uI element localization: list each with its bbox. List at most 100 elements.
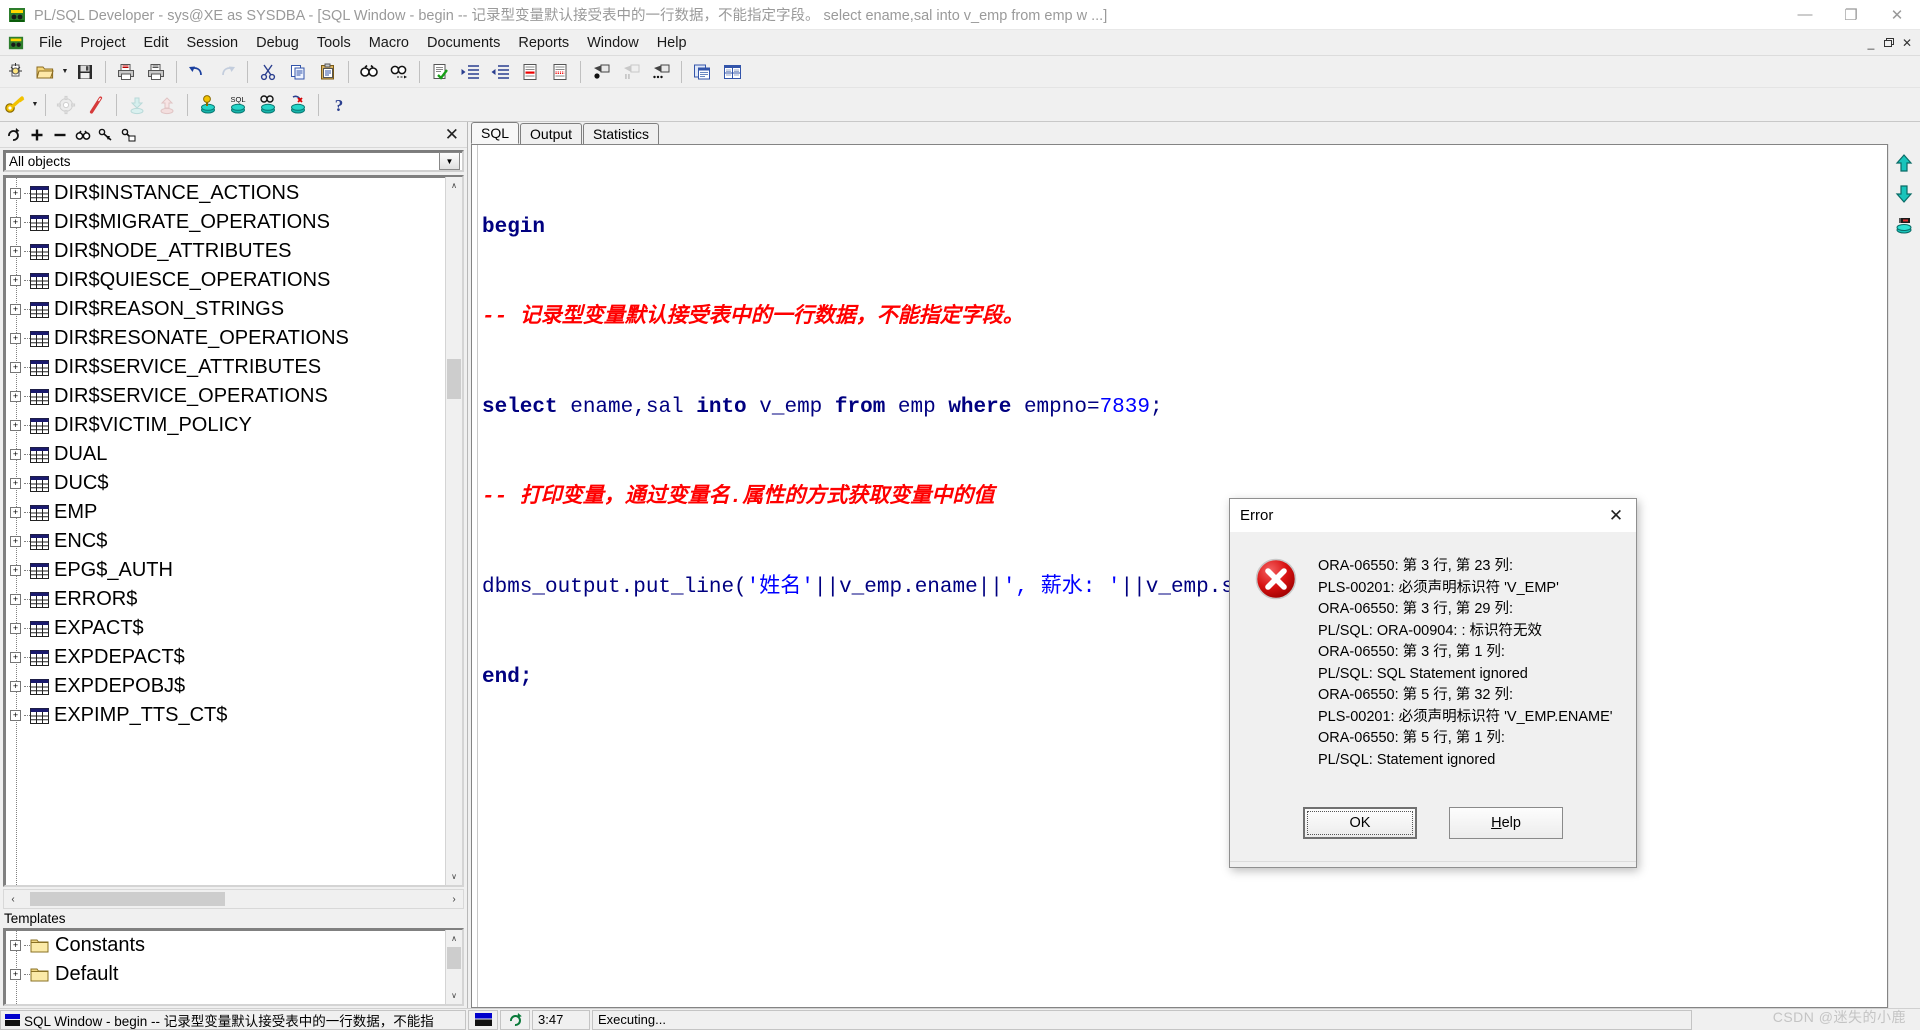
object-filter-dropdown[interactable]: All objects ▼ <box>3 150 464 172</box>
window-maximize-button[interactable]: ❐ <box>1828 0 1874 30</box>
copy-icon[interactable] <box>284 59 312 85</box>
remove-icon[interactable] <box>49 125 70 145</box>
tree-node[interactable]: + DIR$INSTANCE_ACTIONS <box>5 179 445 208</box>
uncomment-icon[interactable] <box>546 59 574 85</box>
tree-node[interactable]: + EPG$_AUTH <box>5 556 445 585</box>
menu-item-window[interactable]: Window <box>578 32 648 54</box>
expand-icon[interactable]: + <box>10 652 21 663</box>
tree-node[interactable]: + ERROR$ <box>5 585 445 614</box>
sql-window-icon[interactable]: SQL <box>224 92 252 118</box>
tree-node[interactable]: + DIR$NODE_ATTRIBUTES <box>5 237 445 266</box>
tree-node[interactable]: + EXPACT$ <box>5 614 445 643</box>
scroll-thumb[interactable] <box>30 892 225 906</box>
help-button[interactable]: Help <box>1449 807 1563 839</box>
tree-node[interactable]: + EXPDEPACT$ <box>5 643 445 672</box>
execute-all-icon[interactable] <box>647 59 675 85</box>
tree-node[interactable]: + DIR$SERVICE_OPERATIONS <box>5 382 445 411</box>
expand-icon[interactable]: + <box>10 304 21 315</box>
refresh-status-icon[interactable] <box>500 1009 530 1030</box>
tab-statistics[interactable]: Statistics <box>583 123 660 144</box>
expand-icon[interactable]: + <box>10 420 21 431</box>
new-icon[interactable] <box>1 59 29 85</box>
expand-icon[interactable]: + <box>10 594 21 605</box>
scroll-track[interactable] <box>446 194 462 868</box>
print-preview-icon[interactable] <box>142 59 170 85</box>
expand-icon[interactable]: + <box>10 940 21 951</box>
tile-windows-icon[interactable] <box>718 59 746 85</box>
find-objects-icon[interactable] <box>72 125 93 145</box>
expand-icon[interactable]: + <box>10 362 21 373</box>
break-icon[interactable] <box>617 59 645 85</box>
expand-icon[interactable]: + <box>10 333 21 344</box>
filter-icon[interactable] <box>95 125 116 145</box>
scroll-thumb[interactable] <box>447 947 461 969</box>
templates-tree[interactable]: + Constants + Default ∧ ∨ <box>3 928 464 1006</box>
expand-icon[interactable]: + <box>10 478 21 489</box>
expand-icon[interactable]: + <box>10 681 21 692</box>
scroll-track[interactable] <box>22 891 445 907</box>
object-tree-vertical-scrollbar[interactable]: ∧ ∨ <box>445 177 462 885</box>
expand-icon[interactable]: + <box>10 391 21 402</box>
export-icon[interactable] <box>153 92 181 118</box>
scroll-track[interactable] <box>446 947 462 987</box>
tree-node[interactable]: + DIR$REASON_STRINGS <box>5 295 445 324</box>
tab-output[interactable]: Output <box>520 123 583 144</box>
expand-icon[interactable]: + <box>10 449 21 460</box>
check-syntax-icon[interactable] <box>426 59 454 85</box>
find-icon[interactable] <box>355 59 383 85</box>
explain-plan-icon[interactable] <box>254 92 282 118</box>
folder-filter-icon[interactable] <box>118 125 139 145</box>
expand-icon[interactable]: + <box>10 246 21 257</box>
scroll-down-button[interactable]: ∨ <box>446 987 462 1004</box>
session-key-icon[interactable] <box>1 92 29 118</box>
db-session-icon[interactable] <box>1891 212 1917 238</box>
status-window-item[interactable]: SQL Window - begin -- 记录型变量默认接受表中的一行数据，不… <box>0 1009 466 1030</box>
undo-icon[interactable] <box>183 59 211 85</box>
window-close-button[interactable]: ✕ <box>1874 0 1920 30</box>
object-tree-horizontal-scrollbar[interactable]: ‹ › <box>3 889 464 909</box>
tree-node[interactable]: + EXPDEPOBJ$ <box>5 672 445 701</box>
menu-item-debug[interactable]: Debug <box>247 32 308 54</box>
template-node[interactable]: + Default <box>5 960 445 989</box>
tab-sql[interactable]: SQL <box>471 122 520 144</box>
expand-icon[interactable]: + <box>10 565 21 576</box>
menu-item-macro[interactable]: Macro <box>360 32 418 54</box>
expand-icon[interactable]: + <box>10 507 21 518</box>
cut-icon[interactable] <box>254 59 282 85</box>
open-dropdown-arrow-icon[interactable]: ▼ <box>60 59 70 85</box>
window-minimize-button[interactable]: — <box>1782 0 1828 30</box>
templates-vertical-scrollbar[interactable]: ∧ ∨ <box>445 930 462 1004</box>
menu-item-edit[interactable]: Edit <box>135 32 178 54</box>
indent-icon[interactable] <box>456 59 484 85</box>
document-menu-icon[interactable] <box>8 35 24 51</box>
expand-icon[interactable]: + <box>10 536 21 547</box>
execute-icon[interactable] <box>587 59 615 85</box>
rollback-icon[interactable] <box>82 92 110 118</box>
redo-icon[interactable] <box>213 59 241 85</box>
scroll-up-icon[interactable] <box>1891 150 1917 176</box>
tree-node[interactable]: + DIR$VICTIM_POLICY <box>5 411 445 440</box>
session-dropdown-arrow-icon[interactable]: ▼ <box>30 92 40 118</box>
expand-icon[interactable]: + <box>10 188 21 199</box>
menu-item-help[interactable]: Help <box>648 32 696 54</box>
tree-node[interactable]: + DIR$SERVICE_ATTRIBUTES <box>5 353 445 382</box>
scroll-down-icon[interactable] <box>1891 181 1917 207</box>
scroll-up-button[interactable]: ∧ <box>446 177 462 194</box>
mdi-close-button[interactable]: ✕ <box>1898 34 1916 52</box>
menu-item-reports[interactable]: Reports <box>509 32 578 54</box>
tree-node[interactable]: + DIR$QUIESCE_OPERATIONS <box>5 266 445 295</box>
outdent-icon[interactable] <box>486 59 514 85</box>
template-node[interactable]: + Constants <box>5 931 445 960</box>
mdi-minimize-button[interactable]: _ <box>1862 34 1880 52</box>
object-tree[interactable]: + DIR$INSTANCE_ACTIONS + DIR$MIGRATE_OPE… <box>3 175 464 887</box>
ok-button[interactable]: OK <box>1303 807 1417 839</box>
test-window-icon[interactable] <box>194 92 222 118</box>
sql-editor[interactable]: begin -- 记录型变量默认接受表中的一行数据，不能指定字段。 select… <box>471 144 1888 1008</box>
scroll-up-button[interactable]: ∧ <box>446 930 462 947</box>
refresh-icon[interactable] <box>3 125 24 145</box>
scroll-thumb[interactable] <box>447 359 461 399</box>
menu-item-project[interactable]: Project <box>71 32 134 54</box>
tree-node[interactable]: + DIR$MIGRATE_OPERATIONS <box>5 208 445 237</box>
kill-session-icon[interactable] <box>284 92 312 118</box>
mdi-restore-button[interactable] <box>1880 34 1898 52</box>
